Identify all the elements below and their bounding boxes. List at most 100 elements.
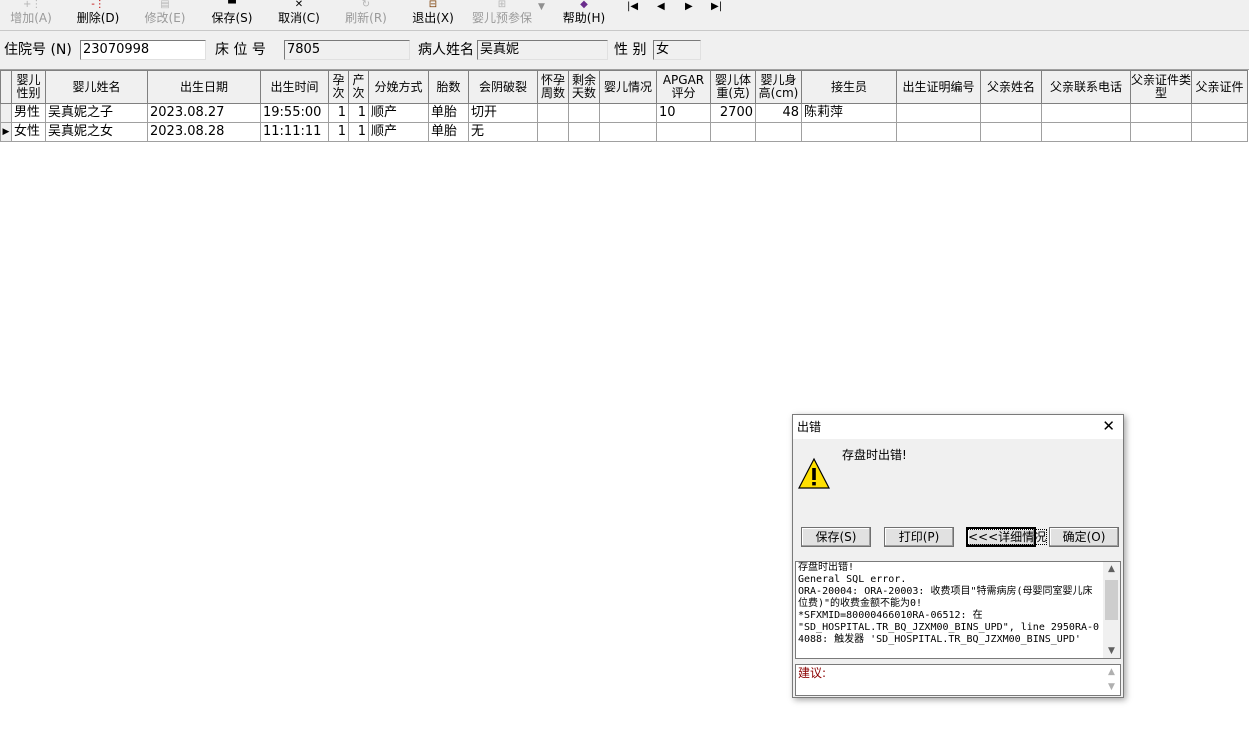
header-midwife[interactable]: 接生员: [801, 70, 897, 104]
delete-button[interactable]: -⋮ 删除(D): [73, 0, 123, 30]
header-baby-weight[interactable]: 婴儿体重(克): [710, 70, 756, 104]
scroll-thumb[interactable]: [1105, 580, 1118, 620]
header-baby-sex[interactable]: 婴儿性别: [11, 70, 46, 104]
cell-gestation-weeks[interactable]: [537, 122, 569, 142]
cell-delivery-method[interactable]: 顺产: [368, 103, 429, 123]
refresh-button[interactable]: ↻ 刷新(R): [341, 0, 391, 30]
cell-baby-sex[interactable]: 女性: [11, 122, 46, 142]
cell-parity[interactable]: 1: [348, 122, 369, 142]
header-birth-time[interactable]: 出生时间: [260, 70, 329, 104]
row-indicator[interactable]: ▶: [0, 122, 12, 142]
cell-midwife[interactable]: 陈莉萍: [801, 103, 897, 123]
cell-birth-certificate-no[interactable]: [896, 122, 981, 142]
admission-no-field[interactable]: 23070998: [80, 40, 206, 60]
cell-father-id[interactable]: [1191, 122, 1248, 142]
cell-remaining-days[interactable]: [568, 122, 600, 142]
cell-baby-name[interactable]: 吴真妮之女: [45, 122, 148, 142]
exit-button[interactable]: ⊟ 退出(X): [408, 0, 458, 30]
header-father-id[interactable]: 父亲证件: [1191, 70, 1248, 104]
cell-father-name[interactable]: [980, 103, 1042, 123]
header-baby-height[interactable]: 婴儿身高(cm): [755, 70, 802, 104]
cell-pregnancy-count[interactable]: 1: [328, 122, 349, 142]
table-row[interactable]: 男性 吴真妮之子 2023.08.27 19:55:00 1 1 顺产 单胎 切…: [0, 103, 1248, 123]
cell-perineal-tear[interactable]: 切开: [468, 103, 538, 123]
cell-pregnancy-count[interactable]: 1: [328, 103, 349, 123]
cell-baby-weight[interactable]: [710, 122, 756, 142]
patient-name-field[interactable]: 吴真妮: [477, 40, 608, 60]
cell-baby-weight[interactable]: 2700: [710, 103, 756, 123]
header-birth-certificate-no[interactable]: 出生证明编号: [896, 70, 981, 104]
suggestion-scrollbar[interactable]: ▲ ▼: [1103, 665, 1120, 695]
add-button[interactable]: +⋮ 增加(A): [6, 0, 56, 30]
prev-record-icon[interactable]: ◀: [657, 1, 665, 12]
error-detail-box[interactable]: 存盘时出错! General SQL error. ORA-20004: ORA…: [795, 561, 1121, 659]
cell-gestation-weeks[interactable]: [537, 103, 569, 123]
baby-insurance-button[interactable]: ⊞ 婴儿预参保: [468, 0, 536, 30]
header-gestation-weeks[interactable]: 怀孕周数: [537, 70, 569, 104]
cell-fetus-count[interactable]: 单胎: [428, 122, 469, 142]
dialog-title-bar[interactable]: 出错 ✕: [793, 415, 1123, 439]
table-row[interactable]: ▶ 女性 吴真妮之女 2023.08.28 11:11:11 1 1 顺产 单胎…: [0, 122, 1248, 142]
cell-father-id-type[interactable]: [1130, 103, 1192, 123]
header-baby-name[interactable]: 婴儿姓名: [45, 70, 148, 104]
cell-perineal-tear[interactable]: 无: [468, 122, 538, 142]
cell-father-name[interactable]: [980, 122, 1042, 142]
sex-field[interactable]: 女: [653, 40, 701, 60]
cell-midwife[interactable]: [801, 122, 897, 142]
last-record-icon[interactable]: ▶|: [711, 1, 722, 12]
scroll-down-icon[interactable]: ▼: [1103, 644, 1120, 658]
scroll-up-icon[interactable]: ▲: [1103, 665, 1120, 679]
scroll-down-icon[interactable]: ▼: [1103, 680, 1120, 694]
bed-no-field[interactable]: 7805: [284, 40, 410, 60]
save-button[interactable]: ▀ 保存(S): [207, 0, 257, 30]
header-birth-date[interactable]: 出生日期: [147, 70, 261, 104]
next-record-icon[interactable]: ▶: [685, 1, 693, 12]
close-icon[interactable]: ✕: [1102, 417, 1115, 435]
cell-baby-height[interactable]: [755, 122, 802, 142]
header-baby-condition[interactable]: 婴儿情况: [599, 70, 657, 104]
cell-remaining-days[interactable]: [568, 103, 600, 123]
cell-baby-condition[interactable]: [599, 103, 657, 123]
suggestion-box[interactable]: 建议: ▲ ▼: [795, 664, 1121, 696]
row-indicator[interactable]: [0, 103, 12, 123]
first-record-icon[interactable]: |◀: [627, 1, 638, 12]
help-button[interactable]: ◆ 帮助(H): [559, 0, 609, 30]
cell-baby-condition[interactable]: [599, 122, 657, 142]
cancel-button[interactable]: ✕ 取消(C): [274, 0, 324, 30]
header-father-phone[interactable]: 父亲联系电话: [1041, 70, 1131, 104]
header-remaining-days[interactable]: 剩余天数: [568, 70, 600, 104]
edit-button[interactable]: ▤ 修改(E): [140, 0, 190, 30]
cell-birth-date[interactable]: 2023.08.27: [147, 103, 261, 123]
header-delivery-method[interactable]: 分娩方式: [368, 70, 429, 104]
cell-fetus-count[interactable]: 单胎: [428, 103, 469, 123]
cell-father-id-type[interactable]: [1130, 122, 1192, 142]
print-button[interactable]: 打印(P): [884, 527, 954, 547]
cell-baby-sex[interactable]: 男性: [11, 103, 46, 123]
header-pregnancy-count[interactable]: 孕次: [328, 70, 349, 104]
header-fetus-count[interactable]: 胎数: [428, 70, 469, 104]
cell-parity[interactable]: 1: [348, 103, 369, 123]
save-error-button[interactable]: 保存(S): [801, 527, 871, 547]
cell-birth-certificate-no[interactable]: [896, 103, 981, 123]
cell-baby-name[interactable]: 吴真妮之子: [45, 103, 148, 123]
cell-birth-time[interactable]: 11:11:11: [260, 122, 329, 142]
header-father-id-type[interactable]: 父亲证件类型: [1130, 70, 1192, 104]
cell-father-phone[interactable]: [1041, 122, 1131, 142]
ok-button[interactable]: 确定(O): [1049, 527, 1119, 547]
cell-father-id[interactable]: [1191, 103, 1248, 123]
header-father-name[interactable]: 父亲姓名: [980, 70, 1042, 104]
cell-baby-height[interactable]: 48: [755, 103, 802, 123]
cell-apgar-score[interactable]: [656, 122, 711, 142]
cell-birth-time[interactable]: 19:55:00: [260, 103, 329, 123]
detail-scrollbar[interactable]: ▲ ▼: [1103, 562, 1120, 658]
header-parity[interactable]: 产次: [348, 70, 369, 104]
dropdown-arrow-icon[interactable]: ▼: [538, 2, 545, 12]
header-apgar-score[interactable]: APGAR评分: [656, 70, 711, 104]
cell-delivery-method[interactable]: 顺产: [368, 122, 429, 142]
details-button[interactable]: <<<详细情况: [966, 527, 1048, 547]
cell-apgar-score[interactable]: 10: [656, 103, 711, 123]
header-perineal-tear[interactable]: 会阴破裂: [468, 70, 538, 104]
cell-father-phone[interactable]: [1041, 103, 1131, 123]
cell-birth-date[interactable]: 2023.08.28: [147, 122, 261, 142]
scroll-up-icon[interactable]: ▲: [1103, 562, 1120, 576]
